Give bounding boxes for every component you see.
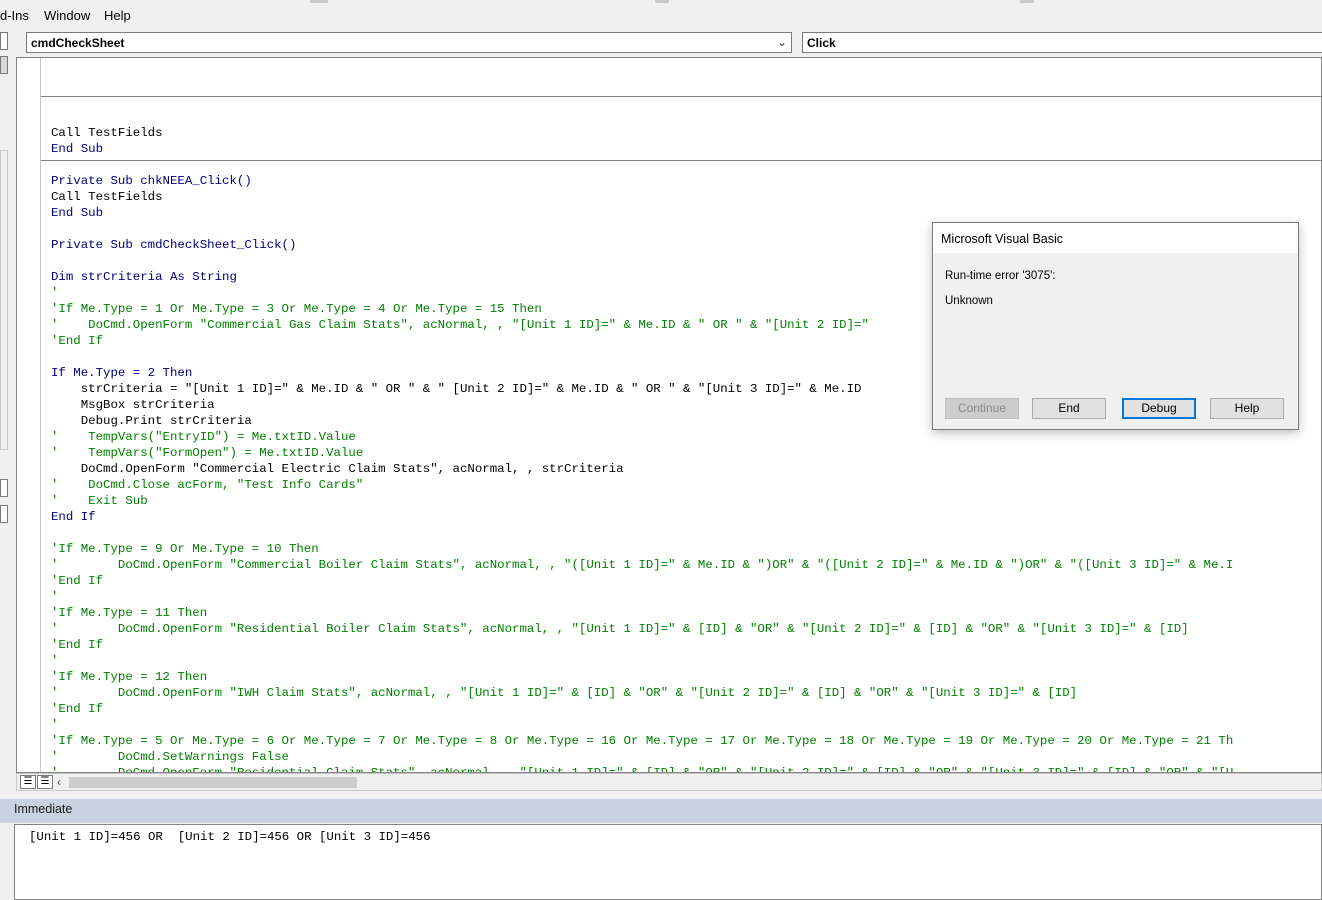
code-line[interactable] <box>51 525 1233 541</box>
code-line[interactable]: ' DoCmd.SetWarnings False <box>51 749 1233 765</box>
dialog-body: Run-time error '3075': Unknown Continue … <box>933 253 1298 429</box>
code-line[interactable]: ' TempVars("FormOpen") = Me.txtID.Value <box>51 445 1233 461</box>
code-line[interactable]: 'If Me.Type = 11 Then <box>51 605 1233 621</box>
code-line[interactable]: ' TempVars("EntryID") = Me.txtID.Value <box>51 429 1233 445</box>
code-line[interactable]: Call TestFields <box>51 189 1233 205</box>
scroll-left-icon[interactable]: ‹ <box>57 775 61 789</box>
code-line[interactable]: ' DoCmd.OpenForm "Residential Boiler Cla… <box>51 621 1233 637</box>
help-button[interactable]: Help <box>1210 398 1284 419</box>
code-line[interactable]: End If <box>51 509 1233 525</box>
immediate-output: [Unit 1 ID]=456 OR [Unit 2 ID]=456 OR [U… <box>29 830 431 844</box>
continue-button[interactable]: Continue <box>945 398 1019 419</box>
panel-scroll-button[interactable] <box>0 32 8 50</box>
panel-scroll-button[interactable] <box>0 56 8 74</box>
left-panel-strip <box>0 30 14 800</box>
object-combo[interactable]: cmdCheckSheet ⌄ <box>26 32 792 53</box>
code-line[interactable]: Private Sub chkNEEA_Click() <box>51 173 1233 189</box>
tab-edge <box>655 0 669 3</box>
code-margin-indicator-bar[interactable] <box>17 58 41 772</box>
code-line[interactable]: ' Exit Sub <box>51 493 1233 509</box>
panel-scroll-button[interactable] <box>0 505 8 523</box>
dialog-title: Microsoft Visual Basic <box>941 232 1064 246</box>
code-line[interactable]: 'End If <box>51 701 1233 717</box>
code-line[interactable]: 'If Me.Type = 9 Or Me.Type = 10 Then <box>51 541 1233 557</box>
code-line[interactable]: 'If Me.Type = 5 Or Me.Type = 6 Or Me.Typ… <box>51 733 1233 749</box>
code-window-hscroll[interactable]: ☰ ☰ ‹ <box>16 773 1322 791</box>
tab-edge <box>310 0 328 3</box>
panel-scrollbar[interactable] <box>0 150 8 450</box>
object-combo-value: cmdCheckSheet <box>31 36 125 50</box>
code-line[interactable]: ' DoCmd.OpenForm "Commercial Boiler Clai… <box>51 557 1233 573</box>
code-line[interactable]: ' <box>51 653 1233 669</box>
procedure-separator <box>41 160 1321 161</box>
error-message: Run-time error '3075': <box>945 270 1056 282</box>
tab-edge <box>1020 0 1034 3</box>
procedure-combo-value: Click <box>807 36 836 50</box>
immediate-window[interactable]: [Unit 1 ID]=456 OR [Unit 2 ID]=456 OR [U… <box>14 824 1322 900</box>
scrollbar-thumb[interactable] <box>69 777 357 788</box>
runtime-error-dialog: Microsoft Visual Basic Run-time error '3… <box>932 222 1299 430</box>
menu-bar: d-Ins Window Help <box>0 0 1322 30</box>
code-line[interactable]: End Sub <box>51 205 1233 221</box>
menu-help[interactable]: Help <box>104 8 131 23</box>
code-line[interactable]: 'End If <box>51 637 1233 653</box>
menu-window[interactable]: Window <box>44 8 90 23</box>
full-module-view-button[interactable]: ☰ <box>37 775 53 789</box>
code-line[interactable]: ' DoCmd.OpenForm "Residential Claim Stat… <box>51 765 1233 772</box>
code-line[interactable]: Call TestFields <box>51 125 1233 141</box>
menu-add-ins[interactable]: d-Ins <box>0 8 29 23</box>
debug-button[interactable]: Debug <box>1122 398 1196 419</box>
error-detail: Unknown <box>945 295 993 307</box>
code-line[interactable]: 'If Me.Type = 12 Then <box>51 669 1233 685</box>
code-line[interactable]: ' DoCmd.Close acForm, "Test Info Cards" <box>51 477 1233 493</box>
immediate-window-title: Immediate <box>0 799 1322 823</box>
procedure-separator <box>41 96 1321 97</box>
code-line[interactable]: ' <box>51 589 1233 605</box>
procedure-view-button[interactable]: ☰ <box>20 775 36 789</box>
code-line[interactable]: 'End If <box>51 573 1233 589</box>
chevron-down-icon: ⌄ <box>776 35 787 49</box>
code-line[interactable]: End Sub <box>51 141 1233 157</box>
code-line[interactable]: DoCmd.OpenForm "Commercial Electric Clai… <box>51 461 1233 477</box>
procedure-combo[interactable]: Click <box>802 32 1322 53</box>
code-line[interactable]: ' <box>51 717 1233 733</box>
code-line[interactable]: ' DoCmd.OpenForm "IWH Claim Stats", acNo… <box>51 685 1233 701</box>
end-button[interactable]: End <box>1032 398 1106 419</box>
panel-dropdown-button[interactable] <box>0 479 8 497</box>
